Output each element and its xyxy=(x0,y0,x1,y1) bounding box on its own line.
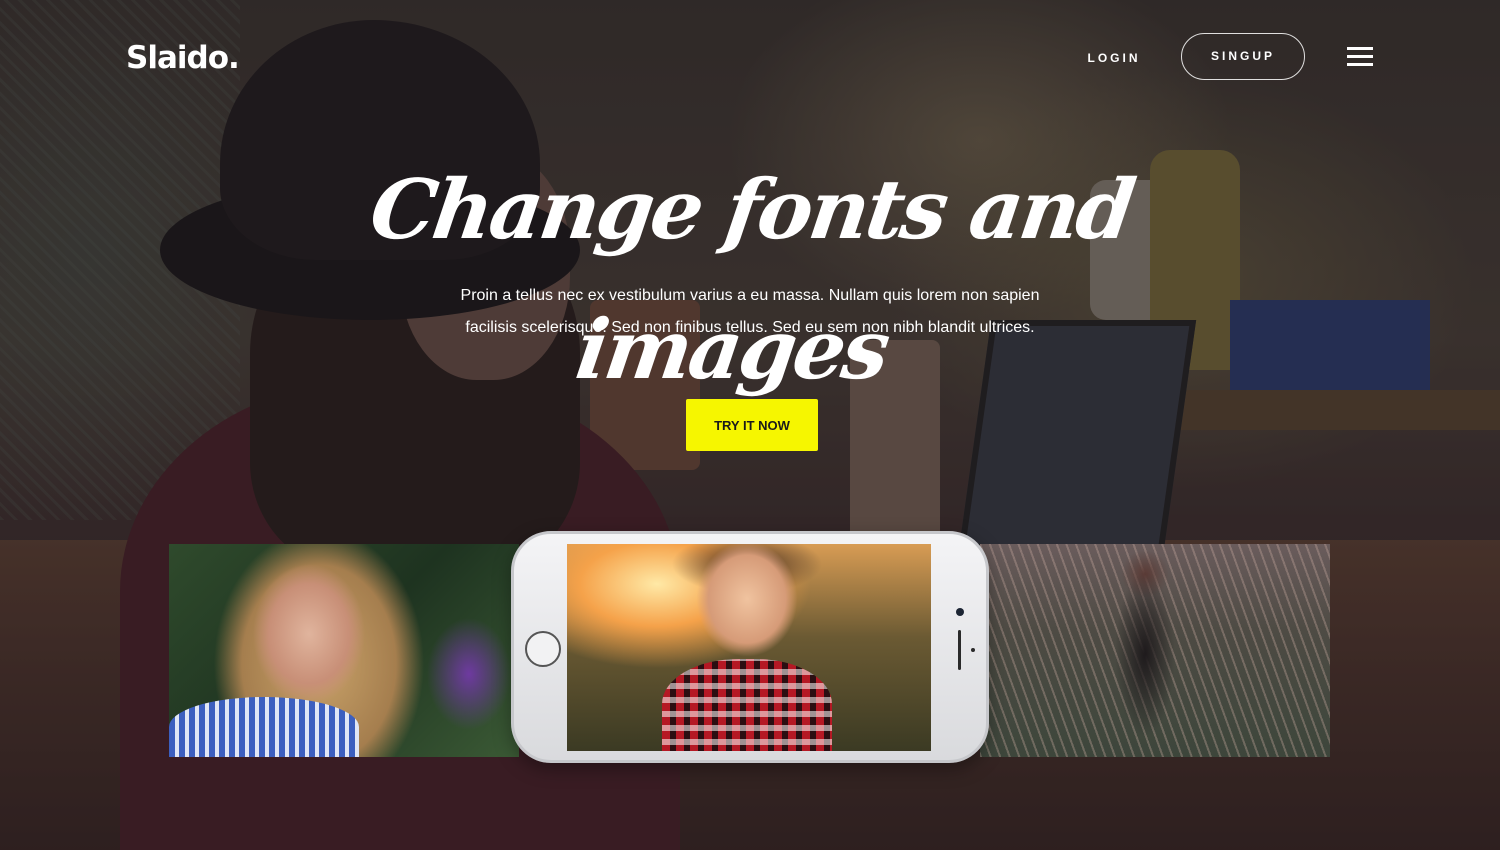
phone-sensor xyxy=(971,648,975,652)
hamburger-menu-icon[interactable] xyxy=(1347,47,1373,67)
signup-button[interactable]: SINGUP xyxy=(1181,33,1305,80)
hero-title: Change fonts and images xyxy=(364,162,1139,398)
try-it-now-button[interactable]: TRY IT NOW xyxy=(686,399,818,451)
phone-screen-image xyxy=(567,544,931,751)
phone-camera-icon xyxy=(956,608,964,616)
logo[interactable]: Slaido. xyxy=(126,40,240,76)
menu-bar xyxy=(1347,63,1373,66)
menu-bar xyxy=(1347,47,1373,50)
menu-bar xyxy=(1347,55,1373,58)
photo-dress xyxy=(169,697,359,757)
hero-description: Proin a tellus nec ex vestibulum varius … xyxy=(460,287,1040,336)
phone-home-button xyxy=(525,631,561,667)
phone-speaker xyxy=(958,630,961,670)
photo-plaid-shirt xyxy=(662,659,832,751)
phone-mockup xyxy=(511,531,989,763)
login-link[interactable]: LOGIN xyxy=(1078,48,1150,68)
gallery-image-right xyxy=(980,544,1330,757)
gallery-image-left xyxy=(169,544,519,757)
